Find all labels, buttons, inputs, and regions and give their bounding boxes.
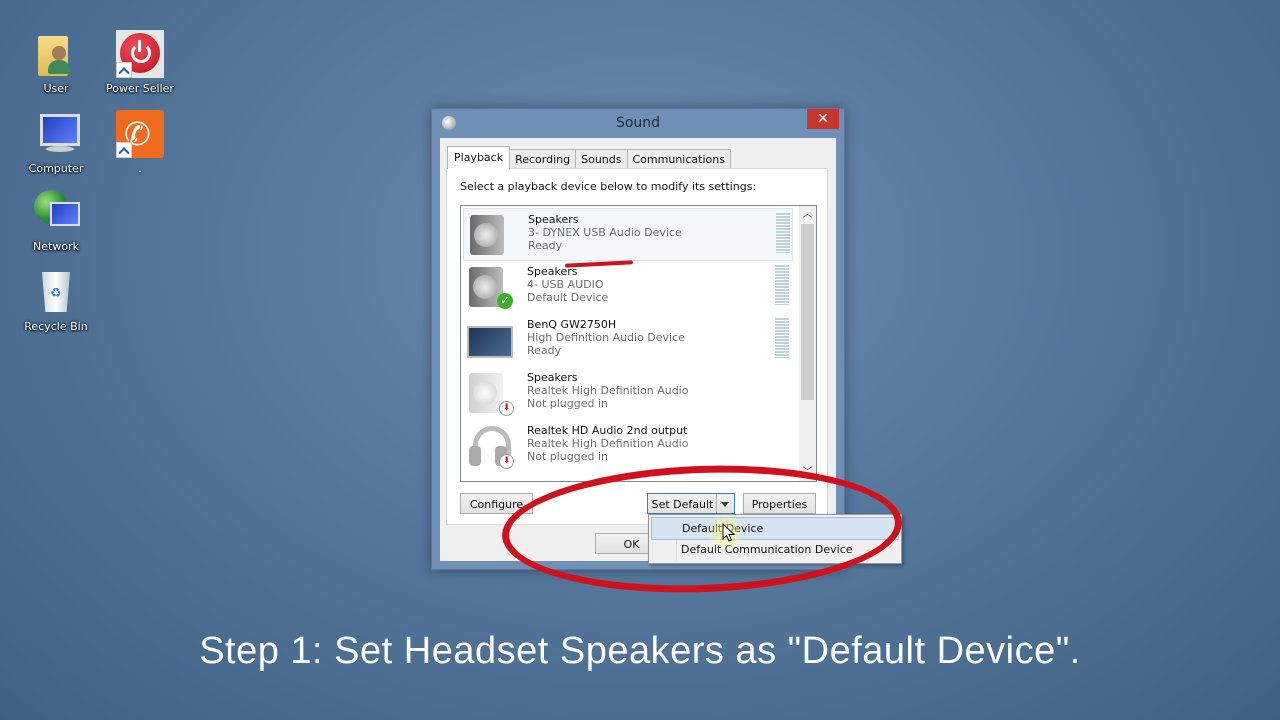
mouse-cursor-icon — [722, 523, 736, 542]
device-name: Realtek HD Audio 2nd output — [527, 424, 688, 437]
desktop-icon-label: Computer — [28, 162, 84, 175]
tab-recording[interactable]: Recording — [509, 149, 577, 169]
tab-sounds[interactable]: Sounds — [575, 149, 628, 169]
device-status: Not plugged in — [527, 450, 609, 463]
volume-meter — [775, 318, 789, 358]
scroll-thumb[interactable] — [801, 224, 814, 400]
instruction-text: Select a playback device below to modify… — [460, 180, 757, 193]
device-item[interactable]: ⬇ Speakers Realtek High Definition Audio… — [463, 367, 791, 418]
dialog-title: Sound — [615, 115, 661, 131]
desktop-icon-recycle-bin[interactable]: ♻ Recycle Bin — [16, 268, 96, 333]
set-default-menu: Default Device Default Communication Dev… — [648, 514, 902, 564]
network-globe-icon — [32, 188, 80, 236]
tab-strip: Playback Recording Sounds Communications — [447, 146, 731, 169]
device-status: Ready — [528, 239, 563, 252]
speaker-icon — [468, 213, 512, 257]
power-button-icon — [116, 30, 164, 78]
device-description: High Definition Audio Device — [527, 331, 685, 344]
desktop-icon-power-seller[interactable]: Power Seller — [100, 30, 180, 95]
playback-panel: Select a playback device below to modify… — [446, 168, 828, 525]
desktop-icon-label: Recycle Bin — [24, 320, 88, 333]
device-description: Realtek High Definition Audio — [527, 384, 689, 397]
device-description: Realtek High Definition Audio — [527, 437, 689, 450]
unplugged-icon: ⬇ — [499, 401, 514, 416]
volume-meter — [775, 265, 789, 305]
set-default-label: Set Default — [651, 498, 714, 511]
title-bar[interactable]: Sound ✕ — [432, 109, 844, 138]
volume-meter — [776, 213, 790, 253]
desktop-icon-label: Network — [33, 240, 79, 253]
desktop-icon-user[interactable]: User — [16, 30, 96, 95]
phone-icon: ✆ — [116, 110, 164, 158]
device-status: Default Device — [527, 291, 609, 304]
scroll-up-icon[interactable]: ︿ — [799, 206, 816, 223]
scroll-down-icon[interactable]: ﹀ — [799, 464, 816, 481]
device-name: Speakers — [527, 371, 578, 384]
set-default-button[interactable]: Set Default — [647, 493, 735, 514]
sound-dialog: Sound ✕ Playback Recording Sounds Commun… — [431, 108, 845, 570]
device-status: Not plugged in — [527, 397, 609, 410]
step-caption: Step 1: Set Headset Speakers as "Default… — [199, 630, 1081, 672]
tab-playback[interactable]: Playback — [447, 146, 511, 169]
desktop-icon-label: . — [138, 162, 142, 175]
speaker-icon: ✓ — [467, 265, 513, 309]
properties-button[interactable]: Properties — [743, 493, 816, 514]
desktop-icon-label: Power Seller — [106, 82, 174, 95]
device-status: Ready — [527, 344, 562, 357]
tab-communications[interactable]: Communications — [626, 149, 731, 169]
desktop-icon-phone-app[interactable]: ✆ . — [100, 110, 180, 175]
device-name: Speakers — [528, 213, 579, 226]
speaker-icon: ⬇ — [467, 371, 514, 416]
configure-button[interactable]: Configure — [460, 493, 533, 514]
device-item[interactable]: Speakers 3- DYNEX USB Audio Device Ready — [463, 208, 793, 261]
close-button[interactable]: ✕ — [807, 109, 839, 129]
device-item[interactable]: ⬇ Realtek HD Audio 2nd output Realtek Hi… — [463, 420, 791, 471]
device-description: 3- DYNEX USB Audio Device — [528, 226, 682, 239]
device-name: BenQ GW2750H — [527, 318, 617, 331]
desktop-icon-computer[interactable]: Computer — [16, 110, 96, 175]
dropdown-arrow-icon[interactable] — [716, 494, 734, 513]
desktop-icon-label: User — [43, 82, 69, 95]
computer-icon — [32, 110, 80, 158]
desktop-icon-network[interactable]: Network — [16, 188, 96, 253]
recycle-bin-icon: ♻ — [32, 268, 80, 316]
dialog-client: Playback Recording Sounds Communications… — [440, 138, 836, 561]
headphones-icon: ⬇ — [467, 424, 514, 469]
shortcut-arrow-icon — [116, 62, 132, 78]
user-folder-icon — [32, 30, 80, 78]
shortcut-arrow-icon — [116, 142, 132, 158]
device-list: Speakers 3- DYNEX USB Audio Device Ready… — [460, 205, 817, 482]
menu-item-default-communication-device[interactable]: Default Communication Device — [651, 539, 899, 560]
device-item[interactable]: BenQ GW2750H High Definition Audio Devic… — [463, 314, 791, 365]
monitor-icon — [467, 318, 513, 362]
device-description: 4- USB AUDIO — [527, 278, 604, 291]
default-check-icon: ✓ — [497, 293, 513, 309]
device-item[interactable]: ✓ Speakers 4- USB AUDIO Default Device — [463, 261, 791, 312]
device-list-scrollbar[interactable]: ︿ ﹀ — [799, 206, 816, 481]
menu-item-default-device[interactable]: Default Device — [651, 517, 899, 540]
unplugged-icon: ⬇ — [499, 454, 514, 469]
